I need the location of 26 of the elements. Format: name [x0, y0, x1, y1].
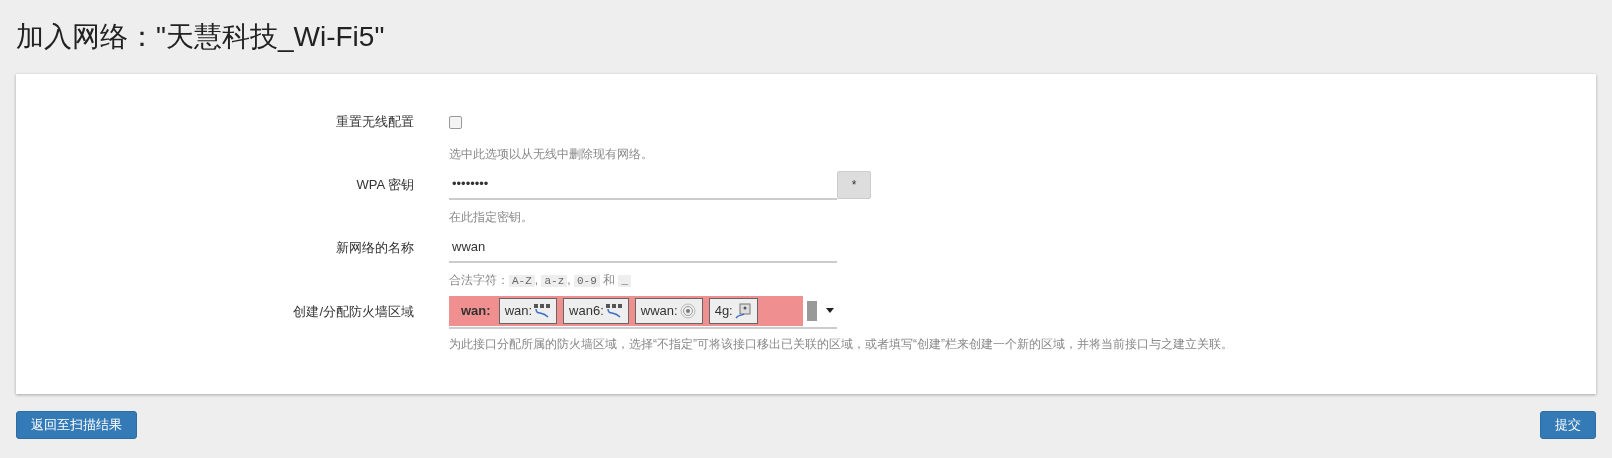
network-name: 4g:	[714, 301, 733, 320]
help-text: 选中此选项以从无线中删除现有网络。	[449, 146, 653, 163]
password-field[interactable]: ••••••••	[449, 170, 837, 200]
scroll-thumb	[807, 300, 817, 321]
input-field[interactable]: wwan	[449, 233, 837, 263]
submit-button[interactable]: 提交	[1540, 411, 1596, 439]
network-name: wan:	[504, 301, 533, 320]
network-name: wan6:	[569, 301, 604, 320]
wireless-icon	[678, 302, 697, 319]
network-name: wwan:	[640, 301, 678, 320]
caret-icon	[826, 308, 834, 313]
field-label: 新网络的名称	[336, 239, 414, 258]
network-port-icon	[604, 302, 623, 319]
zone-label: wan:	[461, 301, 491, 320]
modem-icon	[733, 302, 752, 319]
back-button[interactable]: 返回至扫描结果	[16, 411, 137, 439]
field-label: 重置无线配置	[336, 113, 414, 132]
field-label: WPA 密钥	[356, 176, 414, 195]
help-text: 在此指定密钥。	[449, 209, 534, 226]
reveal-button[interactable]: *	[837, 171, 871, 199]
page-title: 加入网络："天慧科技_Wi-Fi5"	[16, 20, 386, 54]
checkbox[interactable]	[449, 115, 462, 129]
help-text: 为此接口分配所属的防火墙区域，选择“不指定”可将该接口移出已关联的区域，或者填写“创建”栏来创建一个新的区域，并将当前接口与之建立关联。	[449, 335, 1233, 353]
help-text: 合法字符： A-Z , a-z , 0-9 和 _	[449, 271, 837, 290]
field-label: 创建/分配防火墙区域	[293, 302, 414, 321]
network-port-icon	[533, 302, 552, 319]
